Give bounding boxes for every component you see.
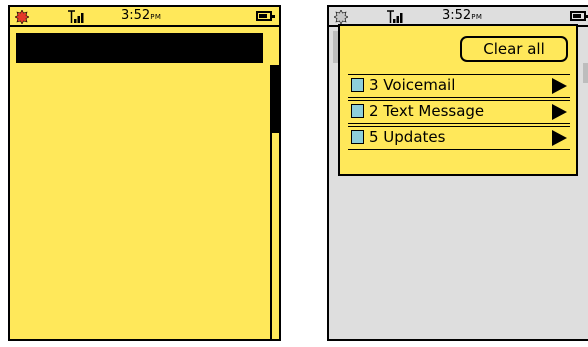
status-bar: 3:52PM [10, 7, 279, 27]
notification-label: 3 Voicemail [369, 76, 456, 94]
battery-icon [570, 11, 588, 21]
notification-item-text-message[interactable]: 2 Text Message [348, 100, 570, 124]
clear-all-button[interactable]: Clear all [460, 36, 568, 62]
notification-box-icon [351, 104, 364, 118]
status-time: 3:52PM [442, 8, 483, 23]
status-time: 3:52PM [121, 8, 162, 23]
scrollbar[interactable] [270, 65, 279, 339]
notification-label: 5 Updates [369, 128, 446, 146]
notification-item-voicemail[interactable]: 3 Voicemail [348, 74, 570, 98]
notification-item-updates[interactable]: 5 Updates [348, 126, 570, 150]
play-arrow-icon [551, 78, 567, 98]
notification-dropdown: Clear all 3 Voicemail 2 Text Message 5 U… [338, 24, 578, 176]
background-scroll-thumb [583, 63, 588, 83]
left-phone-screen: 3:52PM [8, 5, 281, 341]
sun-alert-icon [14, 9, 30, 28]
signal-icon [68, 9, 84, 28]
notification-box-icon [351, 78, 364, 92]
play-arrow-icon [551, 130, 567, 150]
title-bar [16, 33, 263, 63]
scroll-thumb[interactable] [272, 65, 279, 133]
play-arrow-icon [551, 104, 567, 124]
notification-label: 2 Text Message [369, 102, 485, 120]
battery-icon [256, 11, 275, 21]
notification-box-icon [351, 130, 364, 144]
